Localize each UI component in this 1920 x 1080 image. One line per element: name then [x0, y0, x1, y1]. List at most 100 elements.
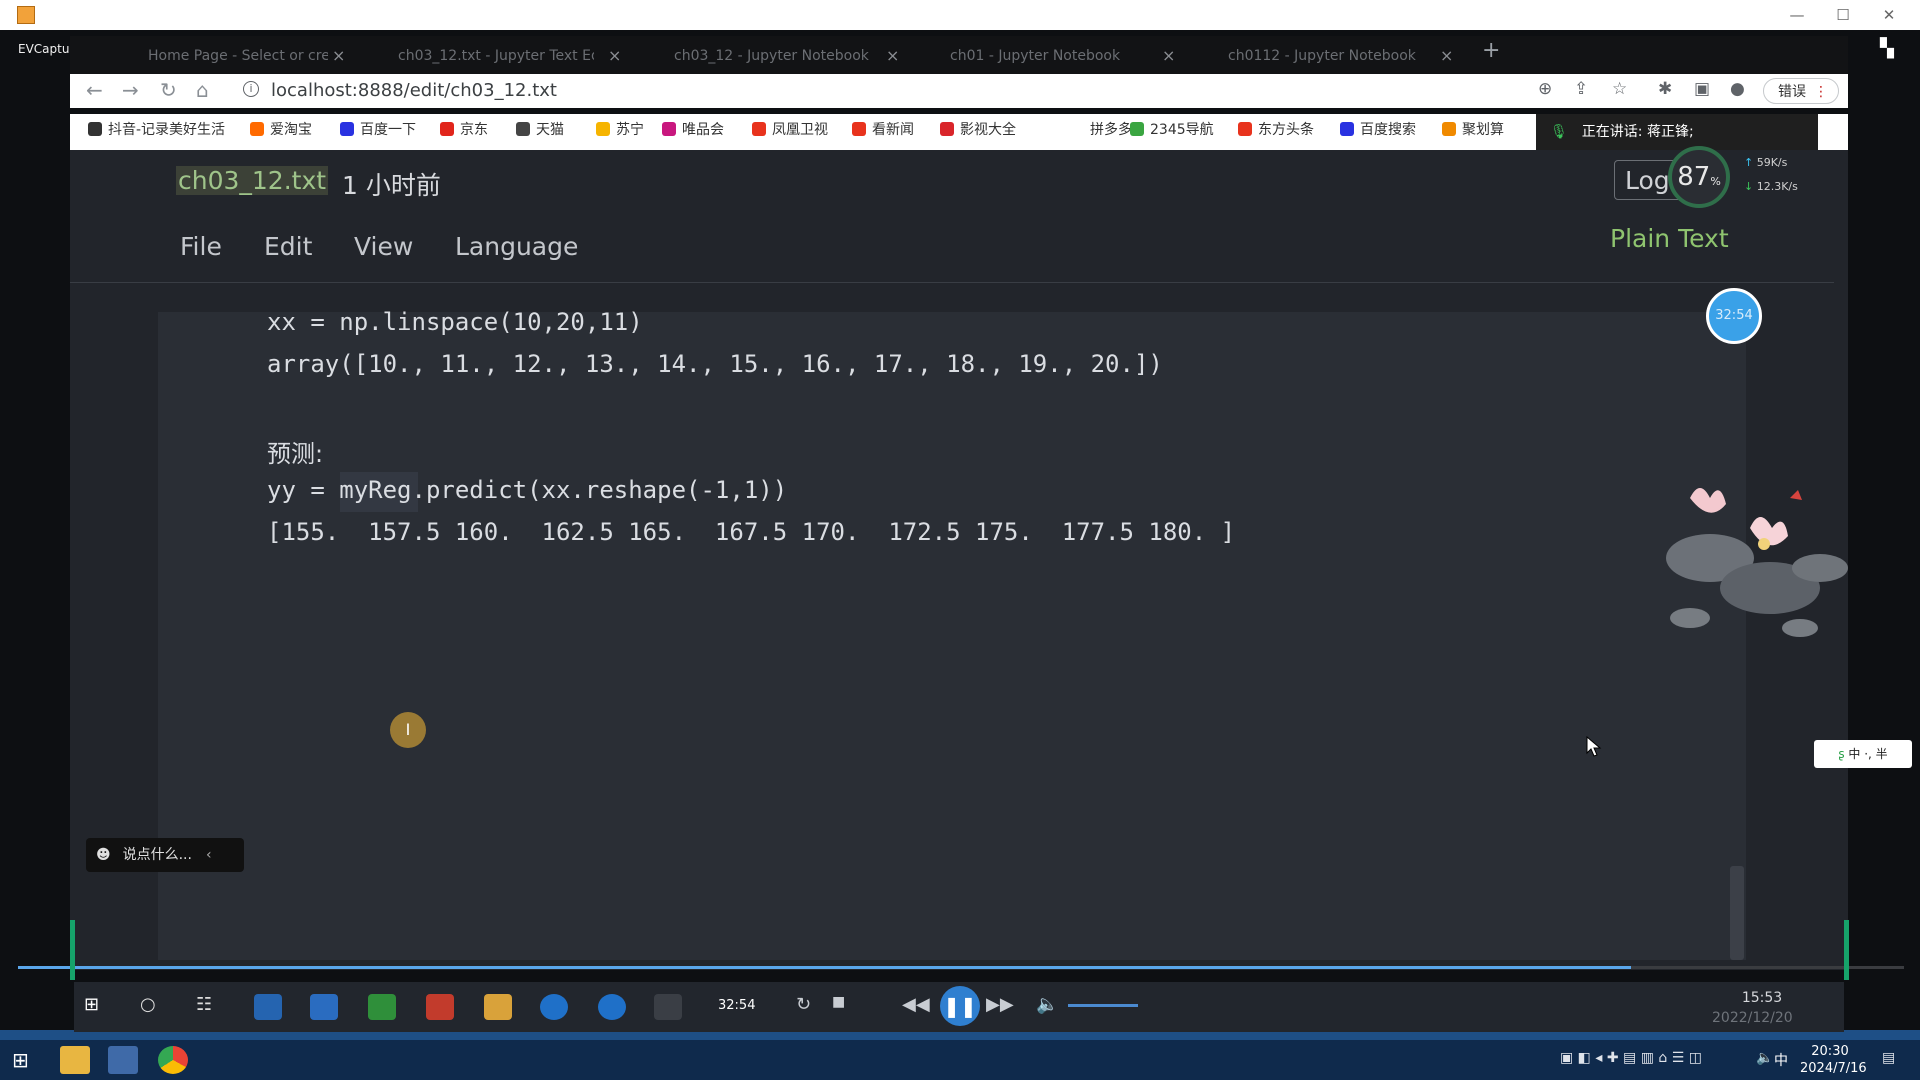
tab-home[interactable]: Home Page - Select or create	[148, 40, 328, 72]
fullscreen-icon[interactable]: ▚	[1880, 38, 1894, 59]
bookmark-label: 天猫	[536, 122, 564, 138]
inner-search-icon[interactable]: ○	[140, 994, 168, 1020]
inner-folder-icon[interactable]	[484, 994, 512, 1020]
tab-notebook-ch03[interactable]: ch03_12 - Jupyter Notebook	[674, 40, 870, 72]
maximize-button[interactable]: ☐	[1828, 4, 1858, 26]
bookmark-label: 苏宁	[616, 122, 644, 138]
address-bar[interactable]: localhost:8888/edit/ch03_12.txt	[271, 80, 557, 101]
code-line[interactable]: 预测:	[267, 434, 323, 469]
code-line[interactable]: array([10., 11., 12., 13., 14., 15., 16.…	[267, 350, 1163, 378]
input-language[interactable]: 中	[1774, 1050, 1788, 1070]
inner-player-icon[interactable]	[368, 994, 396, 1020]
bookmark-item[interactable]: 影视大全	[940, 120, 1016, 140]
tab-close-icon[interactable]: ×	[332, 40, 345, 72]
bookmark-item[interactable]: 拼多多	[1070, 120, 1132, 140]
back-icon[interactable]: ←	[86, 78, 103, 102]
menu-view[interactable]: View	[354, 232, 413, 261]
site-info-icon[interactable]: i	[243, 81, 259, 97]
share-icon[interactable]: ⇪	[1574, 79, 1588, 99]
inner-start-icon[interactable]: ⊞	[84, 994, 112, 1020]
bookmark-item[interactable]: 东方头条	[1238, 120, 1314, 140]
bookmark-item[interactable]: 百度一下	[340, 120, 416, 140]
editor-mode[interactable]: Plain Text	[1610, 224, 1729, 253]
tab-notebook-ch01[interactable]: ch01 - Jupyter Notebook	[950, 40, 1146, 72]
microphone-icon: 🎙	[1550, 124, 1568, 140]
file-explorer-icon[interactable]	[60, 1046, 90, 1074]
menu-dots-icon: ⋮	[1814, 84, 1828, 100]
fast-forward-icon[interactable]: ▶▶	[986, 994, 1014, 1015]
bookmark-icon	[662, 122, 676, 136]
emoji-icon[interactable]: ☻	[96, 847, 111, 863]
menu-language[interactable]: Language	[455, 232, 578, 261]
inner-ie-icon[interactable]	[540, 994, 568, 1020]
notification-icon[interactable]: ▤	[1882, 1050, 1895, 1066]
code-line[interactable]: xx = np.linspace(10,20,11)	[267, 308, 643, 336]
inner-taskview-icon[interactable]: ☷	[196, 994, 224, 1020]
close-button[interactable]: ✕	[1874, 4, 1904, 26]
inner-edge-icon[interactable]	[598, 994, 626, 1020]
bookmark-item[interactable]: 聚划算	[1442, 120, 1504, 140]
bookmark-label: 百度搜索	[1360, 122, 1416, 138]
bookmark-item[interactable]: 苏宁	[596, 120, 644, 140]
code-line[interactable]: yy = myReg.predict(xx.reshape(-1,1))	[267, 476, 787, 504]
extensions-icon[interactable]: ✱	[1658, 79, 1672, 99]
bookmark-item[interactable]: 凤凰卫视	[752, 120, 828, 140]
forward-icon[interactable]: →	[122, 78, 139, 102]
tab-close-icon[interactable]: ×	[1440, 40, 1453, 72]
speaking-indicator: 🎙 正在讲话: 蒋正锋;	[1536, 114, 1818, 150]
timer-bubble[interactable]: 32:54	[1706, 288, 1762, 344]
tab-notebook-ch0112[interactable]: ch0112 - Jupyter Notebook	[1228, 40, 1424, 72]
bookmark-item[interactable]: 爱淘宝	[250, 120, 312, 140]
bookmark-item[interactable]: 京东	[440, 120, 488, 140]
speaker-icon[interactable]: 🔈	[1756, 1050, 1773, 1066]
minimize-button[interactable]: —	[1782, 4, 1812, 26]
inner-app-icon[interactable]	[426, 994, 454, 1020]
bookmark-item[interactable]: 2345导航	[1130, 120, 1214, 140]
reload-icon[interactable]: ↻	[160, 78, 177, 102]
bookmark-star-icon[interactable]: ☆	[1612, 79, 1627, 99]
volume-slider[interactable]	[1068, 1004, 1138, 1007]
start-icon[interactable]: ⊞	[12, 1048, 29, 1072]
home-icon[interactable]: ⌂	[196, 78, 209, 102]
stop-icon[interactable]: ■	[832, 994, 845, 1010]
editor-scrollbar[interactable]	[1730, 866, 1744, 960]
chrome-icon[interactable]	[158, 1046, 188, 1074]
player-time: 32:54	[718, 998, 756, 1013]
download-speed: ↓ 12.3K/s	[1744, 180, 1798, 193]
bookmark-icon	[1238, 122, 1252, 136]
bookmark-item[interactable]: 天猫	[516, 120, 564, 140]
tab-close-icon[interactable]: ×	[608, 40, 621, 72]
inner-store-icon[interactable]	[254, 994, 282, 1020]
error-button[interactable]: 错误 ⋮	[1763, 78, 1839, 104]
inner-window-icon[interactable]	[654, 994, 682, 1020]
tab-text-editor[interactable]: ch03_12.txt - Jupyter Text Ed	[398, 40, 594, 72]
speed-meter: 87%	[1668, 146, 1730, 208]
chat-input[interactable]: ☻ 说点什么... ‹	[86, 838, 244, 872]
evcapture-icon[interactable]	[108, 1046, 138, 1074]
sidepanel-icon[interactable]: ▣	[1694, 79, 1710, 99]
pause-button[interactable]: ❚❚	[940, 986, 980, 1026]
bookmark-item[interactable]: 唯品会	[662, 120, 724, 140]
code-line[interactable]: [155. 157.5 160. 162.5 165. 167.5 170. 1…	[267, 518, 1235, 546]
tab-close-icon[interactable]: ×	[886, 40, 899, 72]
new-tab-button[interactable]: +	[1482, 38, 1500, 63]
ime-toolbar[interactable]: ʂ 中 ·, 半	[1814, 740, 1912, 768]
bookmark-item[interactable]: 百度搜索	[1340, 120, 1416, 140]
file-name[interactable]: ch03_12.txt	[176, 166, 329, 195]
bookmark-item[interactable]: 抖音-记录美好生活	[88, 120, 225, 140]
profile-icon[interactable]: ●	[1730, 79, 1745, 99]
text-editor[interactable]	[158, 312, 1746, 960]
volume-icon[interactable]: 🔈	[1036, 994, 1058, 1015]
bookmark-item[interactable]: 看新闻	[852, 120, 914, 140]
tray-icons[interactable]: ▣ ◧ ◂ ✚ ▤ ▥ ⌂ ☰ ◫	[1560, 1050, 1702, 1066]
menu-edit[interactable]: Edit	[264, 232, 312, 261]
zoom-icon[interactable]: ⊕	[1538, 79, 1552, 99]
refresh-icon[interactable]: ↻	[796, 994, 811, 1015]
tab-close-icon[interactable]: ×	[1162, 40, 1175, 72]
inner-mail-icon[interactable]	[310, 994, 338, 1020]
chevron-left-icon[interactable]: ‹	[206, 847, 212, 863]
bookmark-icon	[940, 122, 954, 136]
rewind-icon[interactable]: ◀◀	[902, 994, 930, 1015]
system-clock[interactable]: 20:30 2024/7/16	[1800, 1043, 1867, 1077]
menu-file[interactable]: File	[180, 232, 222, 261]
